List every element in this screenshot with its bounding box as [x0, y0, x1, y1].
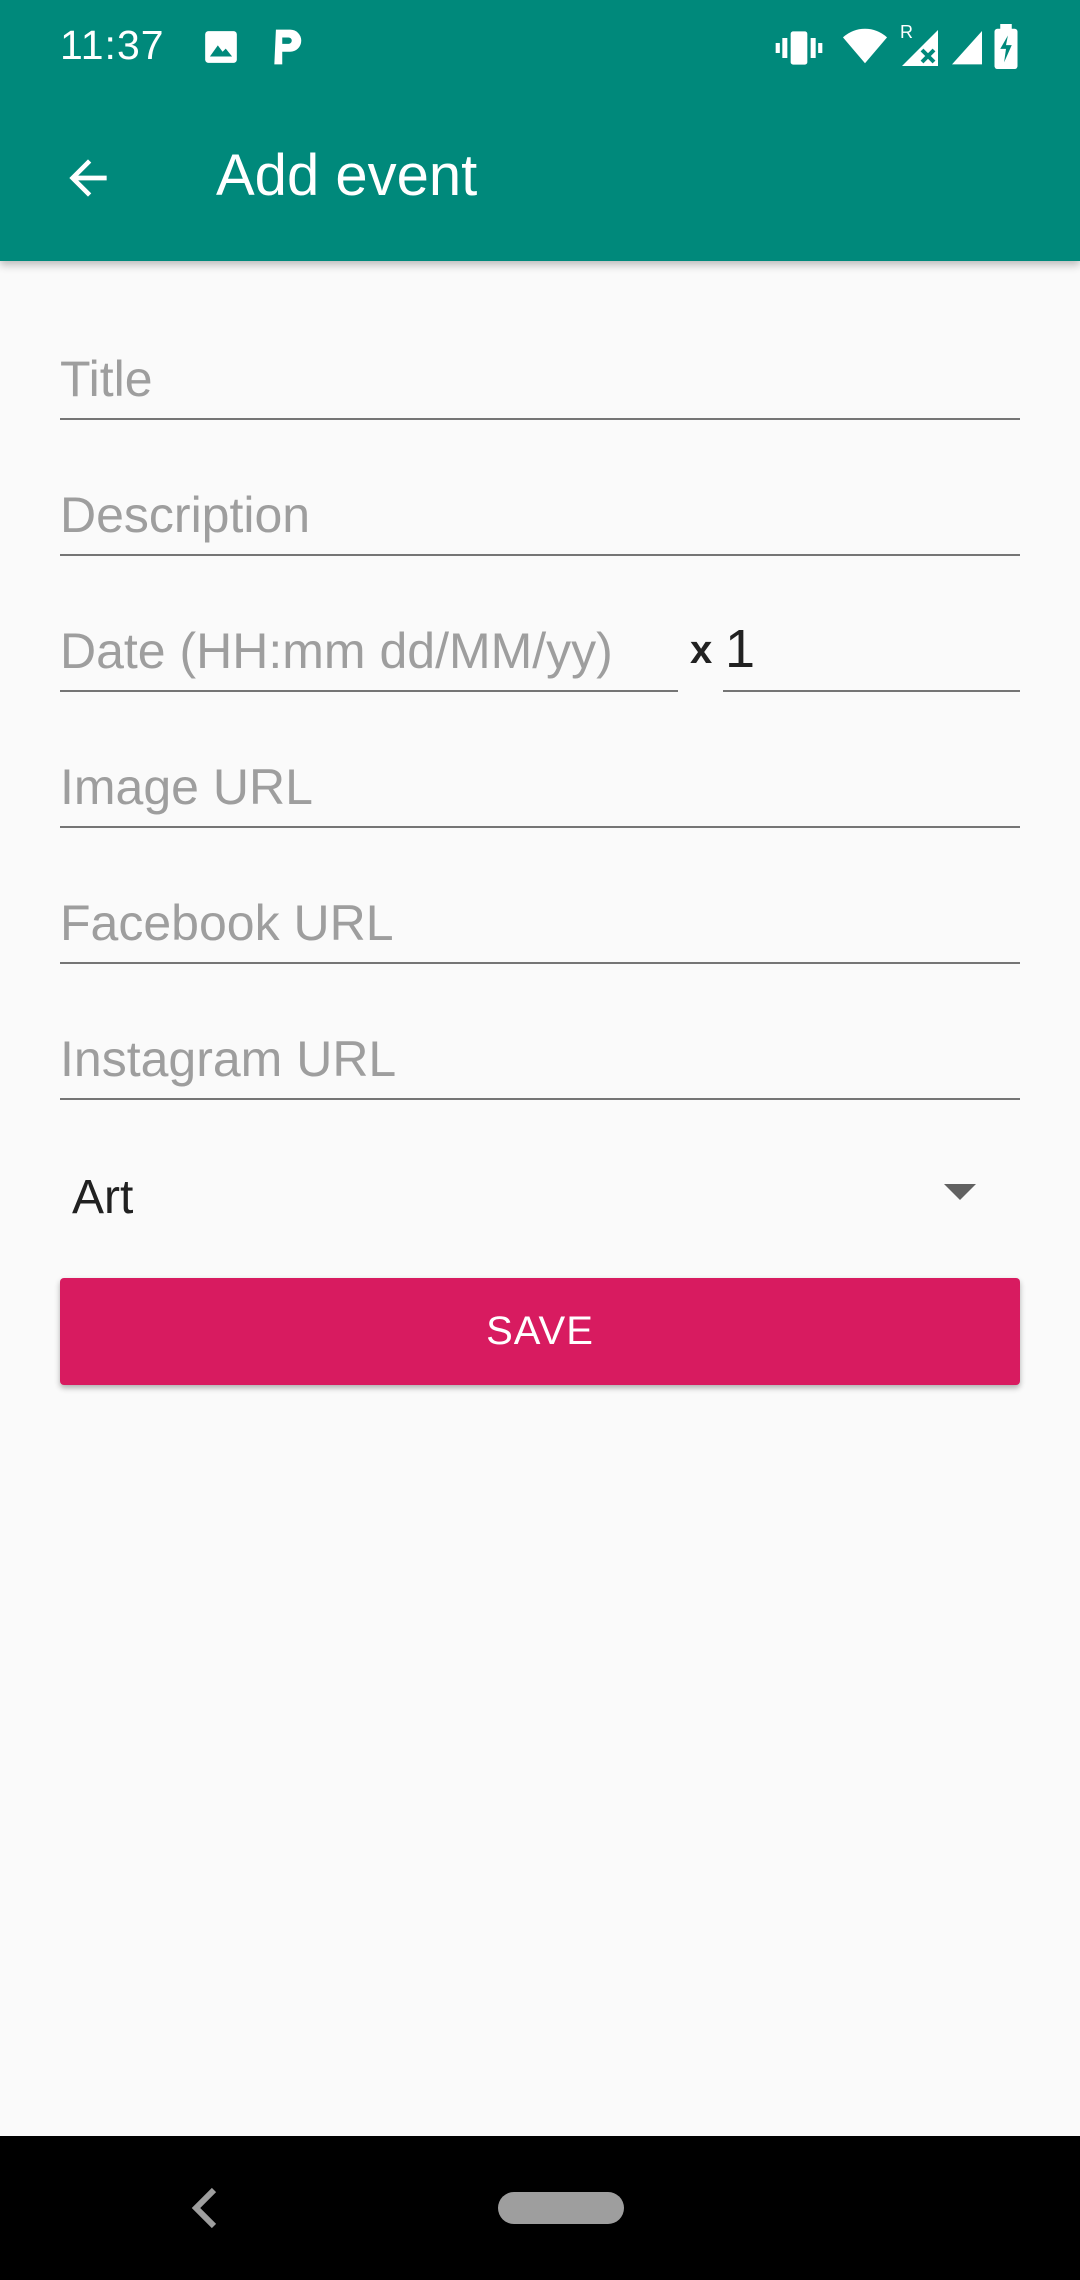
save-button[interactable]: SAVE	[60, 1278, 1020, 1385]
date-field	[60, 572, 678, 692]
navigation-bar	[0, 2136, 1080, 2280]
back-button[interactable]	[44, 134, 132, 222]
facebook-url-field	[60, 844, 1020, 964]
wifi-icon	[842, 28, 888, 64]
category-selected: Art	[72, 1171, 134, 1224]
image-url-field	[60, 708, 1020, 828]
dropdown-arrow-icon	[944, 1184, 976, 1200]
instagram-url-input[interactable]	[60, 1030, 1020, 1088]
roaming-mark: R	[900, 22, 913, 42]
description-field	[60, 436, 1020, 556]
parking-icon	[274, 29, 302, 65]
instagram-url-field	[60, 980, 1020, 1100]
facebook-url-input[interactable]	[60, 894, 1020, 952]
count-input[interactable]	[725, 618, 1022, 680]
page-title: Add event	[216, 143, 478, 208]
date-input[interactable]	[60, 622, 678, 680]
image-url-input[interactable]	[60, 758, 1020, 816]
signal-roaming-icon: R	[900, 22, 938, 66]
status-bar: 11:37 R	[0, 0, 1080, 96]
multiplier-label: x	[690, 628, 713, 672]
title-input[interactable]	[60, 350, 1020, 408]
app-bar: 11:37 R Add event	[0, 0, 1080, 261]
status-time: 11:37	[60, 22, 165, 68]
title-field	[60, 300, 1020, 420]
description-input[interactable]	[60, 486, 1020, 544]
arrow-back-icon	[69, 159, 107, 197]
count-field	[723, 572, 1022, 692]
image-icon	[205, 31, 237, 63]
signal-icon	[952, 31, 982, 65]
home-pill-icon[interactable]	[498, 2192, 624, 2224]
nav-back-icon[interactable]	[186, 2184, 226, 2232]
toolbar: Add event	[0, 96, 1080, 261]
battery-charging-icon	[994, 24, 1018, 70]
vibrate-icon	[775, 31, 823, 65]
category-spinner[interactable]: Art	[60, 1150, 1020, 1250]
